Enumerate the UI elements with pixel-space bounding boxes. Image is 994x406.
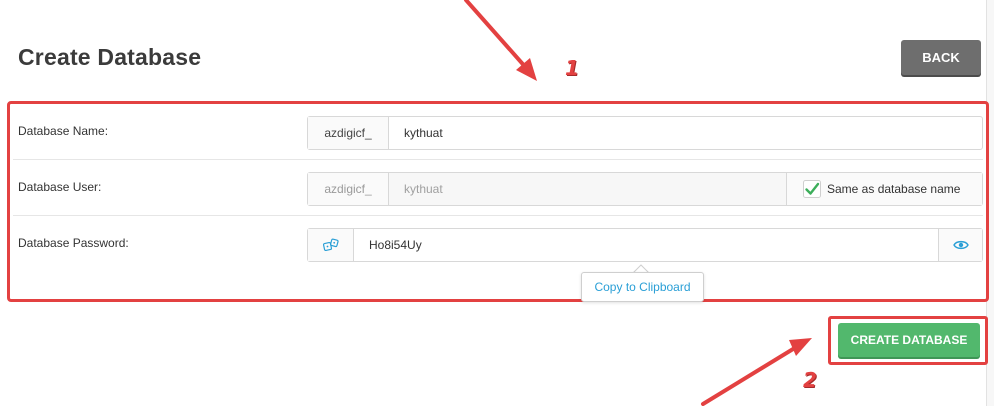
- database-name-prefix: azdigicf_: [308, 117, 389, 149]
- copy-to-clipboard-label: Copy to Clipboard: [594, 280, 691, 294]
- database-name-row: Database Name: azdigicf_: [13, 104, 983, 160]
- database-password-input[interactable]: [354, 229, 938, 261]
- database-name-label: Database Name:: [18, 124, 109, 138]
- generate-password-button[interactable]: [308, 229, 354, 261]
- copy-to-clipboard-tooltip[interactable]: Copy to Clipboard: [581, 272, 704, 302]
- step-1-label: 1: [565, 56, 579, 80]
- arrow-2: [701, 338, 812, 406]
- database-user-input[interactable]: [389, 173, 786, 205]
- create-database-page: Create Database BACK Database Name: azdi…: [0, 0, 994, 406]
- eye-icon: [952, 240, 969, 250]
- arrow-1: [464, 0, 537, 81]
- same-as-database-name-label: Same as database name: [827, 182, 961, 196]
- database-password-label: Database Password:: [18, 236, 129, 250]
- database-user-row: Database User: azdigicf_ Same as databas…: [13, 160, 983, 216]
- database-password-row: Database Password:: [13, 216, 983, 272]
- database-name-input[interactable]: [389, 117, 982, 149]
- show-password-button[interactable]: [938, 229, 982, 261]
- page-title: Create Database: [18, 44, 202, 70]
- back-button[interactable]: BACK: [901, 40, 981, 75]
- database-form: Database Name: azdigicf_ Database User: …: [7, 101, 989, 302]
- database-user-input-group: azdigicf_ Same as database name: [307, 172, 983, 206]
- database-user-label: Database User:: [18, 180, 102, 194]
- database-password-input-group: [307, 228, 983, 262]
- database-name-input-group: azdigicf_: [307, 116, 983, 150]
- create-database-button[interactable]: CREATE DATABASE: [838, 323, 980, 357]
- database-user-prefix: azdigicf_: [308, 173, 389, 205]
- step-2-label: 2: [803, 368, 817, 392]
- same-as-database-name-checkbox[interactable]: Same as database name: [786, 173, 982, 205]
- dice-icon: [322, 238, 339, 252]
- checkmark-icon: [803, 180, 821, 198]
